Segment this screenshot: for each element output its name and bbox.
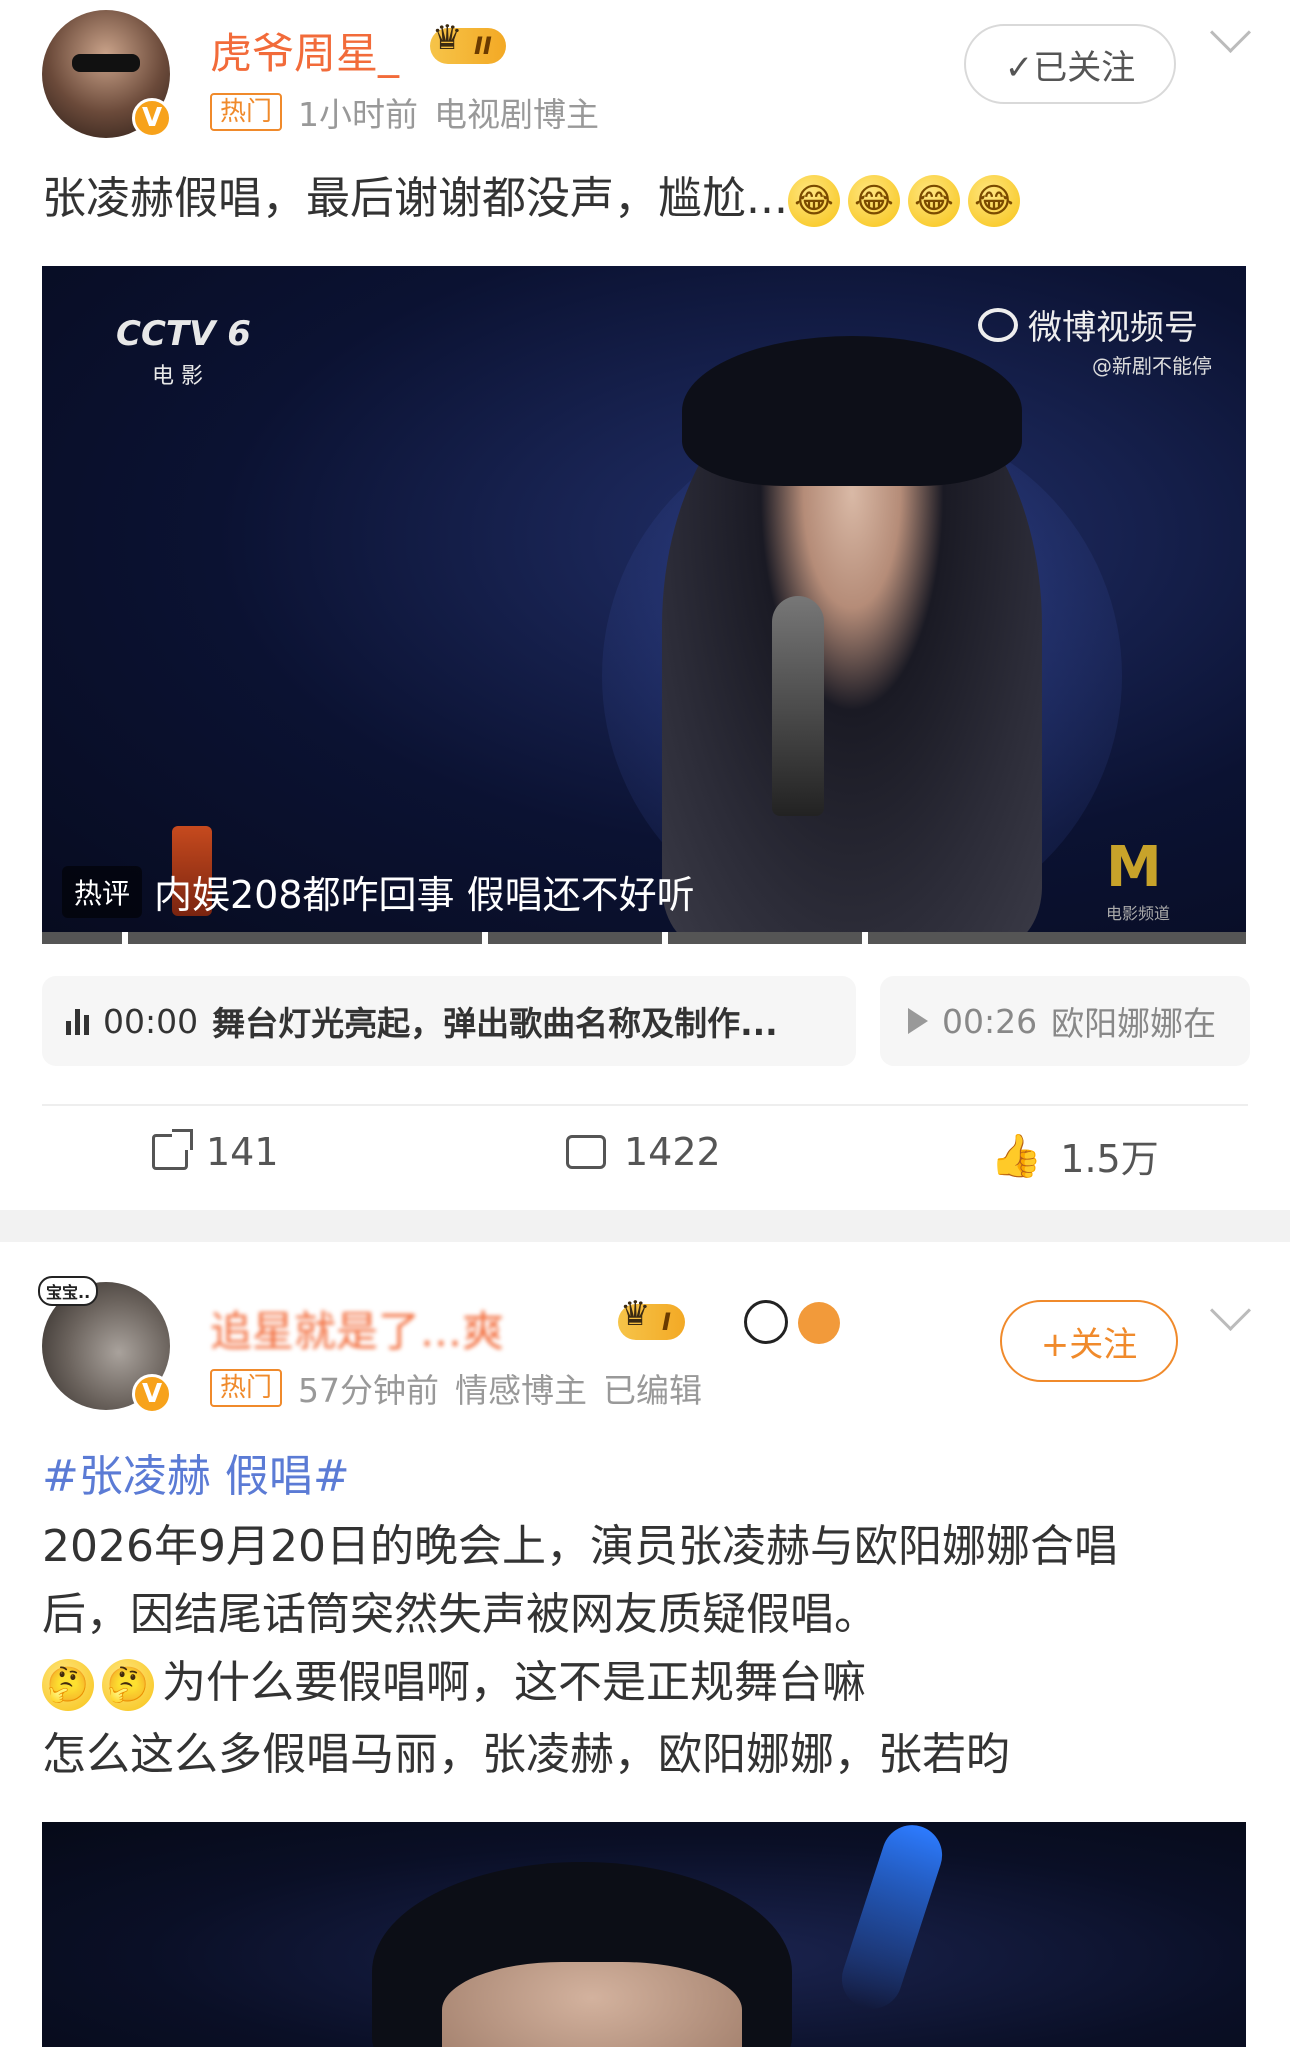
follow-button[interactable]: +关注 bbox=[1000, 1300, 1178, 1382]
stage-light-beam bbox=[834, 1822, 950, 2017]
laugh-cry-emoji-icon: 😂 bbox=[967, 175, 1020, 227]
post-separator bbox=[0, 1210, 1290, 1242]
badge-level: II bbox=[474, 32, 492, 60]
crown-icon: ♛ bbox=[432, 18, 463, 58]
chapter-time: 00:00 bbox=[103, 1001, 199, 1041]
post2-membership-badge[interactable]: ♛ I bbox=[618, 1294, 685, 1340]
cctv6-logo: CCTV 6 bbox=[116, 314, 251, 354]
progress-segment-divider bbox=[662, 932, 668, 944]
post2-line-3-text: 为什么要假唱啊，这不是正规舞台嘛 bbox=[162, 1657, 866, 1708]
thinking-emoji-icon: 🤔 bbox=[42, 1659, 94, 1711]
progress-segment-divider bbox=[862, 932, 868, 944]
chapter-label: 舞台灯光亮起，弹出歌曲名称及制作... bbox=[212, 1004, 778, 1043]
post2-line-3: 🤔 🤔 为什么要假唱啊，这不是正规舞台嘛 bbox=[42, 1650, 866, 1716]
pufferfish-icon bbox=[798, 1302, 840, 1344]
chevron-down-icon[interactable] bbox=[1209, 11, 1252, 54]
panda-icon bbox=[744, 1300, 788, 1344]
progress-segment-divider bbox=[482, 932, 488, 944]
post1-meta: 热门 1小时前 电视剧博主 bbox=[210, 88, 599, 136]
sunglasses-icon bbox=[72, 54, 140, 72]
comment-count: 1422 bbox=[624, 1130, 721, 1174]
crown-icon: ♛ bbox=[620, 1294, 651, 1334]
weibo-logo-icon bbox=[978, 307, 1018, 342]
post2-line-1: 2026年9月20日的晚会上，演员张凌赫与欧阳娜娜合唱 bbox=[42, 1521, 1118, 1572]
play-icon bbox=[908, 1008, 928, 1034]
badge-level: I bbox=[662, 1308, 671, 1336]
video-progress-track[interactable] bbox=[42, 932, 1246, 944]
laugh-cry-emoji-icon: 😂 bbox=[787, 175, 840, 227]
post-time: 1小时前 bbox=[298, 95, 419, 134]
chapter-chip-0[interactable]: 00:00 舞台灯光亮起，弹出歌曲名称及制作... bbox=[42, 976, 856, 1066]
weibo-video-watermark: 微博视频号 bbox=[978, 300, 1198, 349]
share-count: 141 bbox=[206, 1130, 279, 1174]
share-action[interactable]: 141 bbox=[152, 1129, 279, 1174]
post1-video-player[interactable]: CCTV 6 电 影 微博视频号 @新剧不能停 M 电影频道 热评 内娱208都… bbox=[42, 266, 1246, 944]
chapter-time: 00:26 bbox=[942, 1001, 1038, 1041]
chevron-down-icon[interactable] bbox=[1209, 1289, 1252, 1332]
verified-badge-icon: V bbox=[132, 1374, 172, 1414]
like-action[interactable]: 👍 1.5万 bbox=[990, 1128, 1159, 1183]
verified-badge-icon: V bbox=[132, 98, 172, 138]
performer-face bbox=[442, 1962, 742, 2047]
post1-text: 张凌赫假唱，最后谢谢都没声，尴尬... 😂 😂 😂 😂 bbox=[42, 166, 1028, 232]
hot-tag: 热门 bbox=[210, 1369, 283, 1407]
corner-channel-logo: M 电影频道 bbox=[1106, 836, 1186, 926]
post2-username[interactable]: 追星就是了…爽 bbox=[210, 1298, 504, 1359]
post2-hashtag[interactable]: #张凌赫 假唱# bbox=[42, 1444, 350, 1510]
comment-action[interactable]: 1422 bbox=[566, 1130, 721, 1174]
post-time: 57分钟前 bbox=[298, 1371, 440, 1410]
watermark-handle: @新剧不能停 bbox=[1092, 354, 1212, 378]
post2-meta: 热门 57分钟前 情感博主 已编辑 bbox=[210, 1364, 702, 1412]
following-button[interactable]: ✓已关注 bbox=[964, 24, 1176, 104]
post2-avatar-sticker: 宝宝.. bbox=[38, 1276, 99, 1306]
post2-video-player[interactable] bbox=[42, 1822, 1246, 2047]
chapter-label: 欧阳娜娜在 bbox=[1051, 1004, 1217, 1043]
edited-label: 已编辑 bbox=[603, 1371, 703, 1410]
post1-membership-badge[interactable]: ♛ II bbox=[430, 18, 506, 64]
comment-icon bbox=[566, 1135, 606, 1169]
laugh-cry-emoji-icon: 😂 bbox=[847, 175, 900, 227]
chapter-chip-1[interactable]: 00:26 欧阳娜娜在 bbox=[880, 976, 1250, 1066]
like-count: 1.5万 bbox=[1060, 1137, 1159, 1181]
progress-segment-divider bbox=[122, 932, 128, 944]
hot-comment-text[interactable]: 内娱208都咋回事 假唱还不好听 bbox=[154, 864, 695, 919]
watermark-text: 微博视频号 bbox=[1028, 308, 1198, 348]
post2-line-4: 怎么这么多假唱马丽，张凌赫，欧阳娜娜，张若昀 bbox=[42, 1729, 1010, 1780]
hot-comment-tag: 热评 bbox=[62, 866, 143, 918]
thumbs-up-icon: 👍 bbox=[990, 1130, 1043, 1180]
post2-line-2: 后，因结尾话筒突然失声被网友质疑假唱。 bbox=[42, 1589, 878, 1640]
share-icon bbox=[152, 1129, 193, 1170]
author-role: 电视剧博主 bbox=[434, 95, 600, 134]
performer-hair bbox=[682, 336, 1022, 486]
hot-tag: 热门 bbox=[210, 93, 283, 131]
corner-logo-label: 电影频道 bbox=[1106, 904, 1171, 923]
post1-username[interactable]: 虎爷周星_ bbox=[210, 20, 399, 81]
divider bbox=[42, 1104, 1248, 1106]
author-role: 情感博主 bbox=[455, 1371, 588, 1410]
audio-bars-icon bbox=[66, 1007, 89, 1035]
laugh-cry-emoji-icon: 😂 bbox=[907, 175, 960, 227]
thinking-emoji-icon: 🤔 bbox=[102, 1659, 154, 1711]
cctv6-subtitle: 电 影 bbox=[152, 364, 203, 389]
microphone-icon bbox=[772, 596, 824, 816]
post1-text-content: 张凌赫假唱，最后谢谢都没声，尴尬... bbox=[42, 173, 788, 224]
m-logo-icon: M bbox=[1106, 835, 1162, 900]
